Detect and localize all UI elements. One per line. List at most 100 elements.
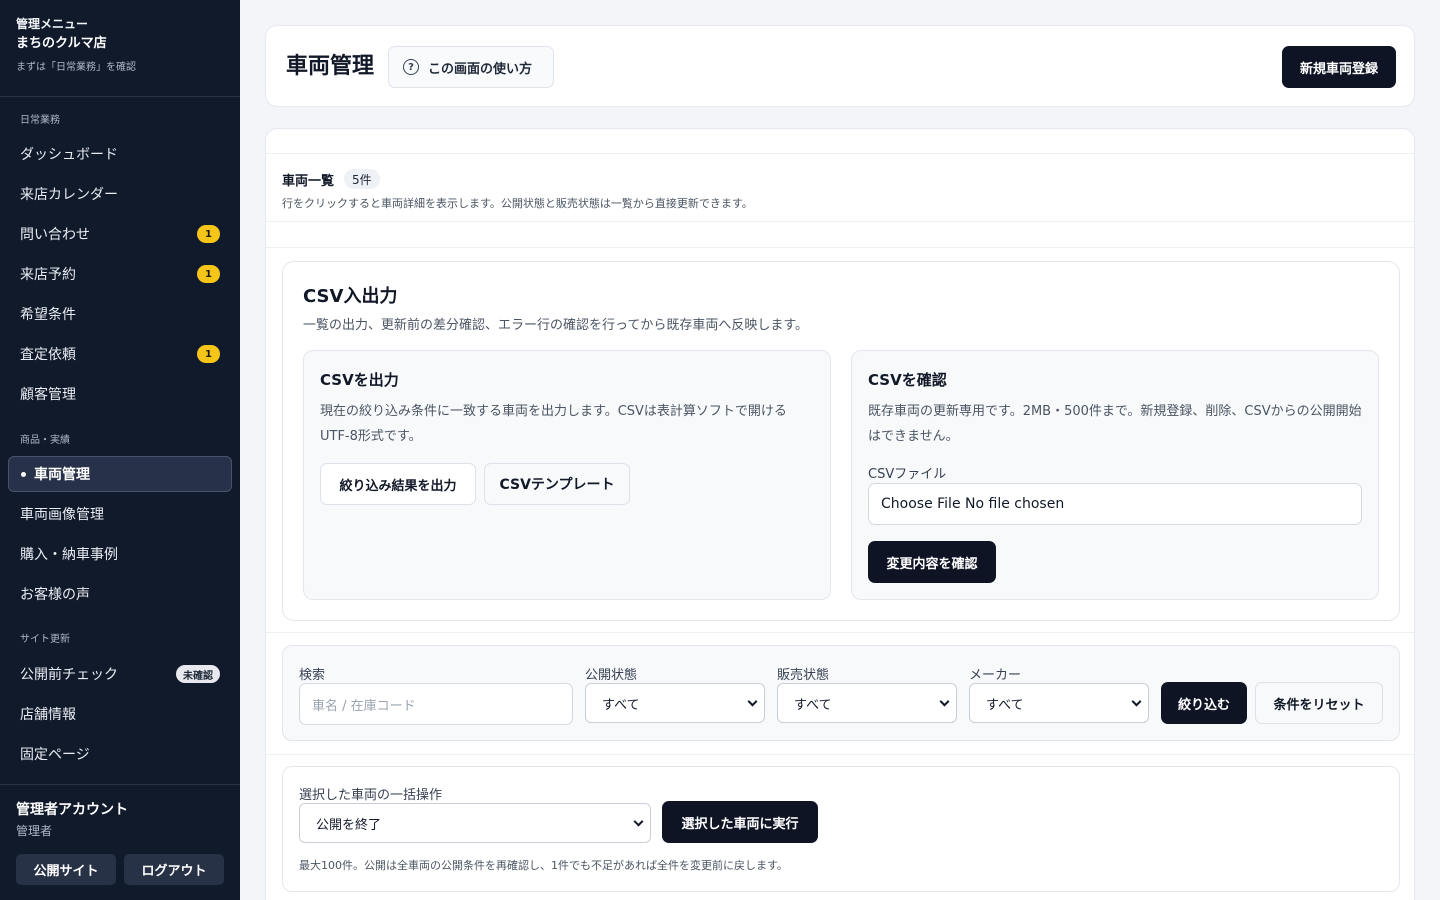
notification-badge: 1 <box>197 345 220 363</box>
reset-filter-button[interactable]: 条件をリセット <box>1255 682 1383 724</box>
sales-status-label: 販売状態 <box>777 668 830 683</box>
search-placeholder: 車名 / 在庫コード <box>312 698 416 714</box>
sales-status-value: すべて <box>794 697 832 713</box>
sidebar-item-label: 車両管理 <box>34 467 90 483</box>
chevron-down-icon <box>747 696 758 707</box>
chevron-down-icon <box>633 816 644 827</box>
sidebar-item-label: 来店カレンダー <box>20 187 118 203</box>
sidebar-item-dashboard[interactable]: ダッシュボード <box>8 136 232 172</box>
sidebar-item-vehicles[interactable]: 車両管理 <box>8 456 232 492</box>
csv-file-input[interactable]: Choose File No file chosen <box>868 483 1362 525</box>
nav-section-products: 商品・実績 <box>20 435 70 446</box>
filter-bar: 検索 車名 / 在庫コード 公開状態 すべて 販売状態 すべて メーカー すべて… <box>282 645 1400 741</box>
divider <box>266 632 1414 633</box>
vehicle-list-panel: 車両一覧 5件 行をクリックすると車両詳細を表示します。公開状態と販売状態は一覧… <box>265 128 1415 900</box>
status-badge: 未確認 <box>176 665 220 683</box>
sidebar-item-inquiries[interactable]: 問い合わせ 1 <box>8 216 232 252</box>
sidebar-item-label: 公開前チェック <box>20 667 118 683</box>
sidebar-item-vehicle-images[interactable]: 車両画像管理 <box>8 496 232 532</box>
search-input[interactable]: 車名 / 在庫コード <box>299 683 573 725</box>
sidebar-item-prepublish-check[interactable]: 公開前チェック 未確認 <box>8 656 232 692</box>
search-label: 検索 <box>299 668 326 683</box>
csv-export-panel: CSVを出力 現在の絞り込み条件に一致する車両を出力します。CSVは表計算ソフト… <box>303 350 831 600</box>
sidebar-kicker: 管理メニュー <box>16 17 89 31</box>
csv-description: 一覧の出力、更新前の差分確認、エラー行の確認を行ってから既存車両へ反映します。 <box>303 318 809 333</box>
sidebar-item-wish-conditions[interactable]: 希望条件 <box>8 296 232 332</box>
register-vehicle-button[interactable]: 新規車両登録 <box>1282 46 1396 88</box>
csv-file-label: CSVファイル <box>868 467 947 482</box>
sidebar: 管理メニュー まちのクルマ店 まずは「日常業務」を確認 日常業務 ダッシュボード… <box>0 0 240 900</box>
page-title: 車両管理 <box>286 54 375 79</box>
list-title: 車両一覧 <box>282 173 335 189</box>
sidebar-item-label: ダッシュボード <box>20 147 118 163</box>
sidebar-item-label: 固定ページ <box>20 747 90 763</box>
help-button[interactable]: ? この画面の使い方 <box>388 46 554 88</box>
list-header: 車両一覧 5件 <box>282 169 380 189</box>
sidebar-item-delivery-cases[interactable]: 購入・納車事例 <box>8 536 232 572</box>
bulk-action-value: 公開を終了 <box>316 817 382 833</box>
csv-section: CSV入出力 一覧の出力、更新前の差分確認、エラー行の確認を行ってから既存車両へ… <box>282 261 1400 621</box>
question-circle-icon: ? <box>403 59 419 75</box>
csv-title: CSV入出力 <box>303 286 398 307</box>
maker-select[interactable]: すべて <box>969 683 1149 723</box>
bulk-operations: 選択した車両の一括操作 公開を終了 選択した車両に実行 最大100件。公開は全車… <box>282 766 1400 892</box>
public-site-button[interactable]: 公開サイト <box>16 854 116 885</box>
sidebar-item-store-info[interactable]: 店舗情報 <box>8 696 232 732</box>
csv-import-description: 既存車両の更新専用です。2MB・500件まで。新規登録、削除、CSVからの公開開… <box>868 404 1362 444</box>
nav-section-site: サイト更新 <box>20 634 70 645</box>
sidebar-item-testimonials[interactable]: お客様の声 <box>8 576 232 612</box>
csv-export-title: CSVを出力 <box>320 371 399 389</box>
bulk-action-select[interactable]: 公開を終了 <box>299 803 651 843</box>
chevron-down-icon <box>939 696 950 707</box>
csv-export-description: 現在の絞り込み条件に一致する車両を出力します。CSVは表計算ソフトで開けるUTF… <box>320 404 787 444</box>
maker-label: メーカー <box>969 668 1022 683</box>
account-panel: 管理者アカウント 管理者 公開サイト ログアウト <box>0 784 240 900</box>
maker-value: すべて <box>986 697 1024 713</box>
sidebar-item-label: 希望条件 <box>20 307 76 323</box>
sidebar-item-label: 車両画像管理 <box>20 507 104 523</box>
bulk-note: 最大100件。公開は全車両の公開条件を再確認し、1件でも不足があれば全件を変更前… <box>299 859 788 872</box>
sidebar-item-label: 購入・納車事例 <box>20 547 118 563</box>
csv-template-button[interactable]: CSVテンプレート <box>484 463 630 505</box>
help-button-label: この画面の使い方 <box>428 61 533 77</box>
sidebar-item-static-pages[interactable]: 固定ページ <box>8 736 232 772</box>
csv-import-title: CSVを確認 <box>868 371 947 389</box>
divider <box>266 754 1414 755</box>
sidebar-item-appraisal-requests[interactable]: 査定依頼 1 <box>8 336 232 372</box>
csv-import-panel: CSVを確認 既存車両の更新専用です。2MB・500件まで。新規登録、削除、CS… <box>851 350 1379 600</box>
account-role: 管理者 <box>16 824 53 838</box>
account-name: 管理者アカウント <box>16 802 128 818</box>
sales-status-select[interactable]: すべて <box>777 683 957 723</box>
list-description: 行をクリックすると車両詳細を表示します。公開状態と販売状態は一覧から直接更新でき… <box>282 197 753 210</box>
apply-filter-button[interactable]: 絞り込む <box>1161 682 1247 724</box>
sidebar-item-visit-calendar[interactable]: 来店カレンダー <box>8 176 232 212</box>
count-badge: 5件 <box>344 169 380 189</box>
sidebar-item-label: 顧客管理 <box>20 387 76 403</box>
sidebar-brand: 管理メニュー まちのクルマ店 まずは「日常業務」を確認 <box>0 0 240 97</box>
logout-button[interactable]: ログアウト <box>124 854 224 885</box>
divider <box>266 247 1414 248</box>
chevron-down-icon <box>1131 696 1142 707</box>
publish-status-select[interactable]: すべて <box>585 683 765 723</box>
sidebar-item-label: 問い合わせ <box>20 227 90 243</box>
notification-badge: 1 <box>197 265 220 283</box>
divider <box>266 153 1414 154</box>
sidebar-hint: まずは「日常業務」を確認 <box>16 62 136 73</box>
run-bulk-action-button[interactable]: 選択した車両に実行 <box>662 801 818 843</box>
nav-section-daily: 日常業務 <box>20 115 60 126</box>
sidebar-item-label: 店舗情報 <box>20 707 76 723</box>
sidebar-item-reservations[interactable]: 来店予約 1 <box>8 256 232 292</box>
page-header: 車両管理 ? この画面の使い方 新規車両登録 <box>265 25 1415 107</box>
sidebar-item-label: 来店予約 <box>20 267 76 283</box>
sidebar-item-label: 査定依頼 <box>20 347 76 363</box>
publish-status-value: すべて <box>602 697 640 713</box>
sidebar-item-customers[interactable]: 顧客管理 <box>8 376 232 412</box>
active-dot-icon <box>21 471 26 477</box>
notification-badge: 1 <box>197 225 220 243</box>
sidebar-item-label: お客様の声 <box>20 587 90 603</box>
divider <box>266 221 1414 222</box>
publish-status-label: 公開状態 <box>585 668 638 683</box>
shop-name: まちのクルマ店 <box>16 36 107 51</box>
confirm-changes-button[interactable]: 変更内容を確認 <box>868 541 996 583</box>
export-filtered-button[interactable]: 絞り込み結果を出力 <box>320 463 476 505</box>
